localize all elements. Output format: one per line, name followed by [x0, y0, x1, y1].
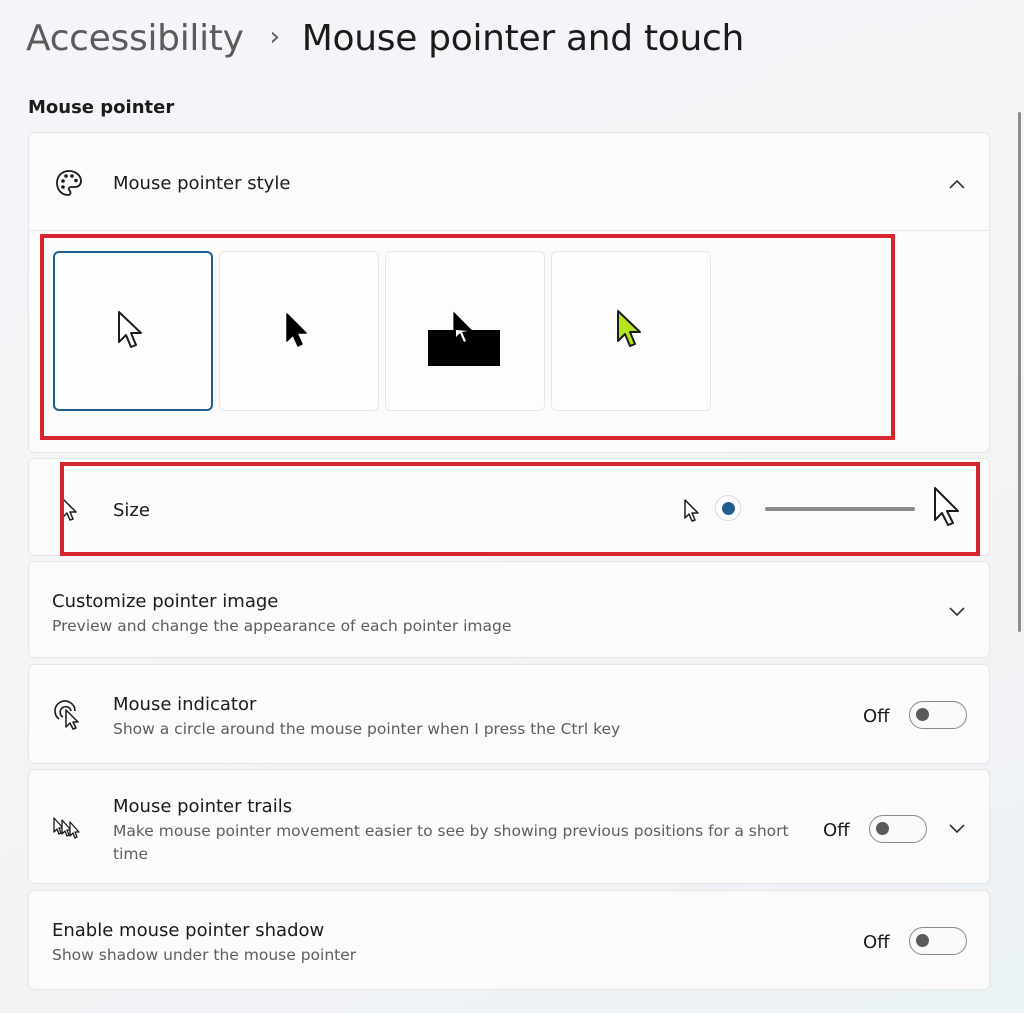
large-pointer-icon	[934, 487, 959, 526]
mouse-pointer-trails-toggle[interactable]	[869, 815, 927, 843]
black-pointer-icon	[286, 313, 307, 347]
section-title-mouse-pointer: Mouse pointer	[28, 97, 175, 118]
pointer-size-card: Size	[28, 458, 990, 556]
breadcrumb: Accessibility › Mouse pointer and touch	[26, 18, 744, 59]
scrollbar[interactable]	[1018, 112, 1021, 632]
chevron-down-icon[interactable]	[947, 604, 967, 618]
palette-icon	[56, 170, 82, 196]
mouse-indicator-description: Show a circle around the mouse pointer w…	[113, 720, 621, 738]
mouse-pointer-style-header[interactable]: Mouse pointer style	[29, 133, 989, 231]
mouse-indicator-toggle[interactable]	[909, 701, 967, 729]
mouse-pointer-shadow-description: Show shadow under the mouse pointer	[52, 946, 357, 964]
chevron-up-icon[interactable]	[947, 177, 967, 191]
mouse-pointer-style-label: Mouse pointer style	[113, 173, 291, 194]
pointer-icon	[62, 498, 77, 521]
mouse-pointer-shadow-card: Enable mouse pointer shadow Show shadow …	[28, 890, 990, 990]
mouse-pointer-shadow-toggle[interactable]	[909, 927, 967, 955]
mouse-indicator-card: Mouse indicator Show a circle around the…	[28, 664, 990, 764]
pointer-style-custom-option[interactable]	[551, 251, 711, 411]
mouse-pointer-shadow-state: Off	[863, 932, 890, 953]
customize-pointer-image-description: Preview and change the appearance of eac…	[52, 617, 512, 635]
chevron-down-icon[interactable]	[947, 821, 967, 835]
size-slider-thumb[interactable]	[715, 495, 741, 521]
customize-pointer-image-card[interactable]: Customize pointer image Preview and chan…	[28, 561, 990, 658]
mouse-indicator-label: Mouse indicator	[113, 694, 257, 715]
breadcrumb-separator: ›	[269, 21, 280, 52]
inverted-pointer-icon	[428, 311, 500, 366]
pointer-style-white-option[interactable]	[53, 251, 213, 411]
mouse-indicator-state: Off	[863, 706, 890, 727]
page-title: Mouse pointer and touch	[301, 18, 745, 59]
breadcrumb-accessibility-link[interactable]: Accessibility	[26, 18, 244, 59]
size-slider-track[interactable]	[765, 507, 915, 511]
customize-pointer-image-label: Customize pointer image	[52, 591, 279, 612]
mouse-pointer-trails-description-line2: time	[113, 845, 149, 863]
mouse-pointer-shadow-label: Enable mouse pointer shadow	[52, 920, 325, 941]
mouse-pointer-trails-card: Mouse pointer trails Make mouse pointer …	[28, 769, 990, 884]
mouse-pointer-trails-description-line1: Make mouse pointer movement easier to se…	[113, 822, 789, 840]
mouse-pointer-style-card: Mouse pointer style	[28, 132, 990, 453]
pointer-trails-icon	[53, 817, 80, 839]
small-pointer-icon	[684, 499, 699, 522]
custom-color-pointer-icon	[617, 310, 641, 347]
white-pointer-icon	[118, 311, 142, 348]
mouse-pointer-trails-label: Mouse pointer trails	[113, 796, 293, 817]
mouse-pointer-trails-state: Off	[823, 820, 850, 841]
mouse-indicator-icon	[54, 700, 79, 730]
pointer-style-black-option[interactable]	[219, 251, 379, 411]
size-label: Size	[113, 500, 150, 521]
pointer-style-inverted-option[interactable]	[385, 251, 545, 411]
